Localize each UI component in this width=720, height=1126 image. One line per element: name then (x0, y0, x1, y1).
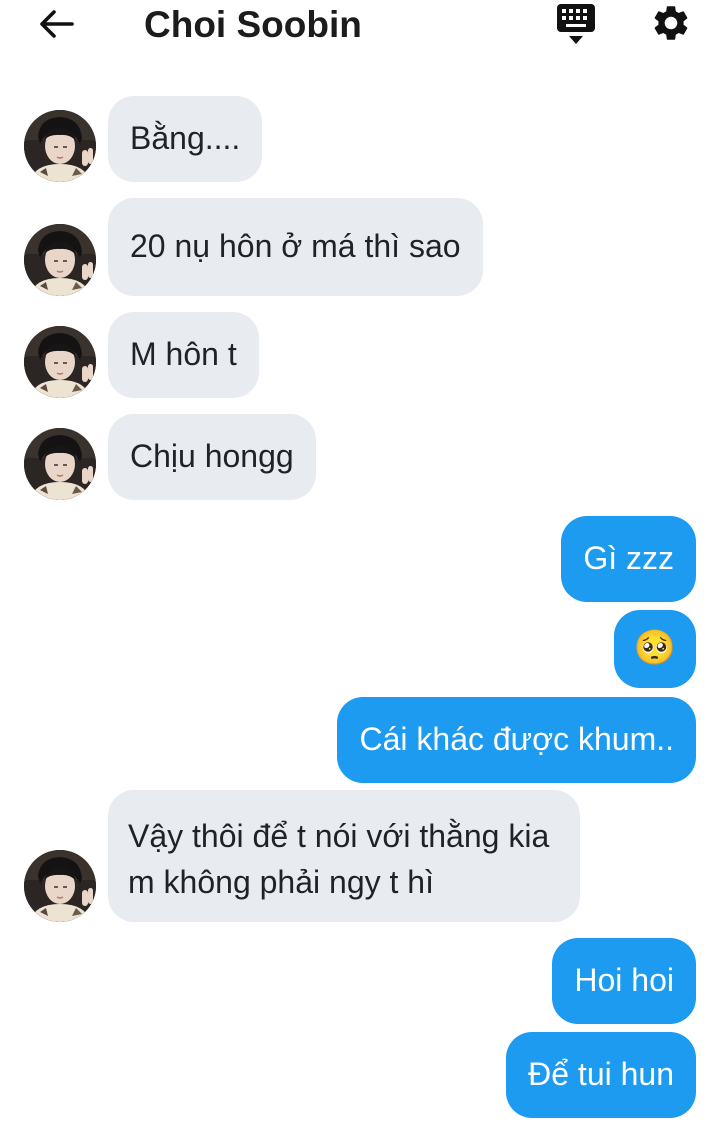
message-text: 20 nụ hôn ở má thì sao (130, 228, 461, 264)
avatar[interactable] (24, 110, 96, 182)
incoming-message[interactable]: 20 nụ hôn ở má thì sao (108, 198, 483, 296)
avatar[interactable] (24, 326, 96, 398)
outgoing-message[interactable]: Gì zzz (561, 516, 696, 602)
outgoing-message[interactable]: Hoi hoi (552, 938, 696, 1024)
incoming-message[interactable]: M hôn t (108, 312, 259, 398)
message-text: Gì zzz (583, 540, 674, 576)
message-text: Chịu hongg (130, 438, 294, 474)
keyboard-button[interactable] (553, 3, 599, 49)
avatar[interactable] (24, 428, 96, 500)
incoming-message[interactable]: Vậy thôi để t nói với thằng kia m không … (108, 790, 580, 922)
message-text: Để tui hun (528, 1056, 674, 1092)
message-text: M hôn t (130, 336, 237, 372)
avatar[interactable] (24, 224, 96, 296)
outgoing-message[interactable]: 🥺 (613, 610, 696, 688)
page-title: Choi Soobin (144, 4, 362, 45)
outgoing-message[interactable]: Để tui hun (506, 1032, 696, 1118)
message-text: Hoi hoi (574, 962, 674, 998)
keyboard-icon (555, 2, 597, 51)
arrow-left-icon (38, 8, 74, 45)
back-button[interactable] (34, 6, 78, 46)
settings-button[interactable] (648, 2, 694, 48)
message-text: Bằng.... (130, 120, 241, 156)
gear-icon (650, 2, 692, 49)
message-text: Cái khác được khum.. (359, 721, 674, 757)
message-text: Vậy thôi để t nói với thằng kia m không … (128, 818, 550, 900)
chat-header: Choi Soobin (0, 0, 720, 56)
avatar[interactable] (24, 850, 96, 922)
incoming-message[interactable]: Chịu hongg (108, 414, 316, 500)
incoming-message[interactable]: Bằng.... (108, 96, 263, 182)
message-text: 🥺 (633, 629, 676, 667)
outgoing-message[interactable]: Cái khác được khum.. (337, 697, 696, 783)
